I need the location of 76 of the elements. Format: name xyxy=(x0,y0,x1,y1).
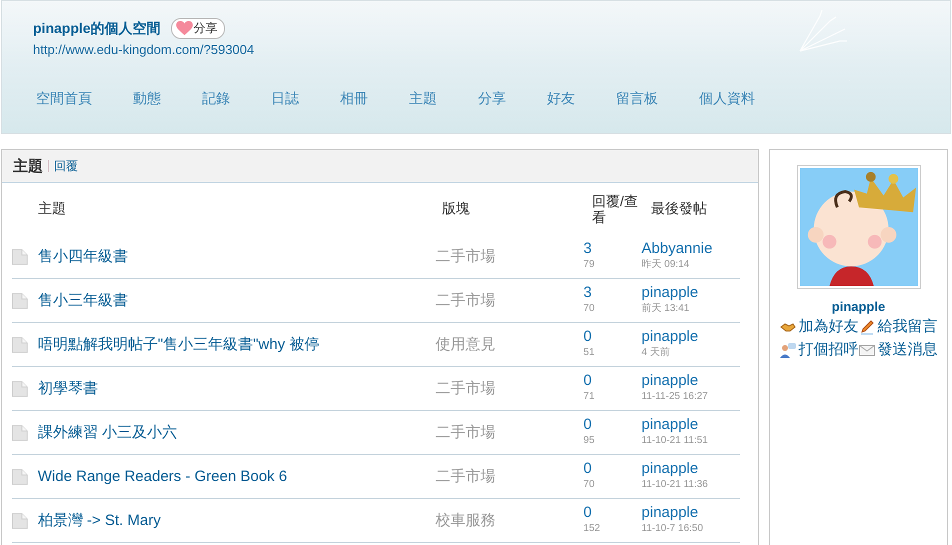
author-link[interactable]: Abbyannie xyxy=(642,240,712,256)
author-link[interactable]: pinapple xyxy=(642,328,698,344)
nav-link[interactable]: 分享 xyxy=(478,90,506,108)
nav-link[interactable]: 好友 xyxy=(547,90,575,108)
author-link[interactable]: pinapple xyxy=(642,372,698,388)
nav-link[interactable]: 動態 xyxy=(133,90,161,108)
post-time: 前天 13:41 xyxy=(642,302,690,316)
column-header: 版塊 xyxy=(442,200,471,218)
space-url-link[interactable]: http://www.edu-kingdom.com/?593004 xyxy=(33,42,950,57)
profile-action-link[interactable]: 發送消息 xyxy=(858,340,938,359)
board-name: 校車服務 xyxy=(436,511,497,530)
view-count: 70 xyxy=(583,302,595,316)
topic-link[interactable]: 課外練習 小三及小六 xyxy=(38,423,436,442)
topic-link[interactable]: 售小四年級書 xyxy=(38,247,436,266)
document-icon xyxy=(12,336,28,352)
document-icon xyxy=(12,292,28,308)
post-time: 11-11-25 16:27 xyxy=(642,390,708,404)
nav-link[interactable]: 個人資料 xyxy=(699,90,755,108)
view-count: 79 xyxy=(583,258,595,272)
reply-count[interactable]: 3 xyxy=(583,240,592,256)
reply-count[interactable]: 3 xyxy=(583,284,592,300)
nav-link[interactable]: 相冊 xyxy=(340,90,368,108)
post-time: 昨天 09:14 xyxy=(642,258,690,272)
column-header: 最後發帖 xyxy=(651,200,708,218)
view-count: 152 xyxy=(583,522,600,536)
nav-link[interactable]: 主題 xyxy=(409,90,437,108)
author-link[interactable]: pinapple xyxy=(642,460,698,476)
tab[interactable]: 回覆 xyxy=(54,158,78,174)
document-icon xyxy=(12,424,28,440)
author-link[interactable]: pinapple xyxy=(642,284,698,300)
author-link[interactable]: pinapple xyxy=(642,416,698,432)
post-time: 11-10-21 11:36 xyxy=(642,478,708,492)
topic-link[interactable]: Wide Range Readers - Green Book 6 xyxy=(38,468,436,485)
view-count: 51 xyxy=(583,346,595,360)
post-time: 11-10-7 16:50 xyxy=(642,522,704,536)
nav-link[interactable]: 日誌 xyxy=(271,90,299,108)
document-icon xyxy=(12,380,28,396)
view-count: 70 xyxy=(583,478,595,492)
nav-link[interactable]: 留言板 xyxy=(616,90,658,108)
board-name: 使用意見 xyxy=(436,335,497,354)
nav-link[interactable]: 記錄 xyxy=(202,90,230,108)
document-icon xyxy=(12,248,28,264)
document-icon xyxy=(12,468,28,484)
profile-action-link[interactable]: 給我留言 xyxy=(858,317,938,336)
board-name: 二手市場 xyxy=(436,467,497,486)
post-time: 11-10-21 11:51 xyxy=(642,434,708,448)
board-name: 二手市場 xyxy=(436,423,497,442)
board-name: 二手市場 xyxy=(436,379,497,398)
space-title: pinapple的個人空間 xyxy=(33,20,161,38)
document-icon xyxy=(12,512,28,528)
nav-link[interactable]: 空間首頁 xyxy=(36,90,92,108)
profile-action-link[interactable]: 打個招呼 xyxy=(780,340,858,359)
reply-count[interactable]: 0 xyxy=(583,328,592,344)
topic-link[interactable]: 唔明點解我明帖子"售小三年級書"why 被停 xyxy=(38,335,436,354)
reply-count[interactable]: 0 xyxy=(583,372,592,388)
heart-icon xyxy=(176,21,193,36)
topic-link[interactable]: 售小三年級書 xyxy=(38,291,436,310)
reply-count[interactable]: 0 xyxy=(583,416,592,432)
board-name: 二手市場 xyxy=(436,291,497,310)
author-link[interactable]: pinapple xyxy=(642,504,698,520)
reply-count[interactable]: 0 xyxy=(583,504,592,520)
column-header: 回覆/查看 xyxy=(592,193,639,225)
profile-name-link[interactable]: pinapple xyxy=(832,299,886,314)
reply-count[interactable]: 0 xyxy=(583,460,592,476)
column-header: 主題 xyxy=(38,200,67,218)
view-count: 95 xyxy=(583,434,595,448)
person-icon xyxy=(780,342,796,358)
post-time: 4 天前 xyxy=(642,346,670,360)
profile-action-link[interactable]: 加為好友 xyxy=(780,317,858,336)
share-button[interactable]: 分享 xyxy=(170,18,225,39)
topic-link[interactable]: 初學琴書 xyxy=(38,379,436,398)
view-count: 71 xyxy=(583,390,595,404)
topic-link[interactable]: 柏景灣 -> St. Mary xyxy=(38,511,436,530)
board-name: 二手市場 xyxy=(436,247,497,266)
pencil-icon xyxy=(858,318,874,334)
tab[interactable]: 主題 xyxy=(13,156,43,176)
